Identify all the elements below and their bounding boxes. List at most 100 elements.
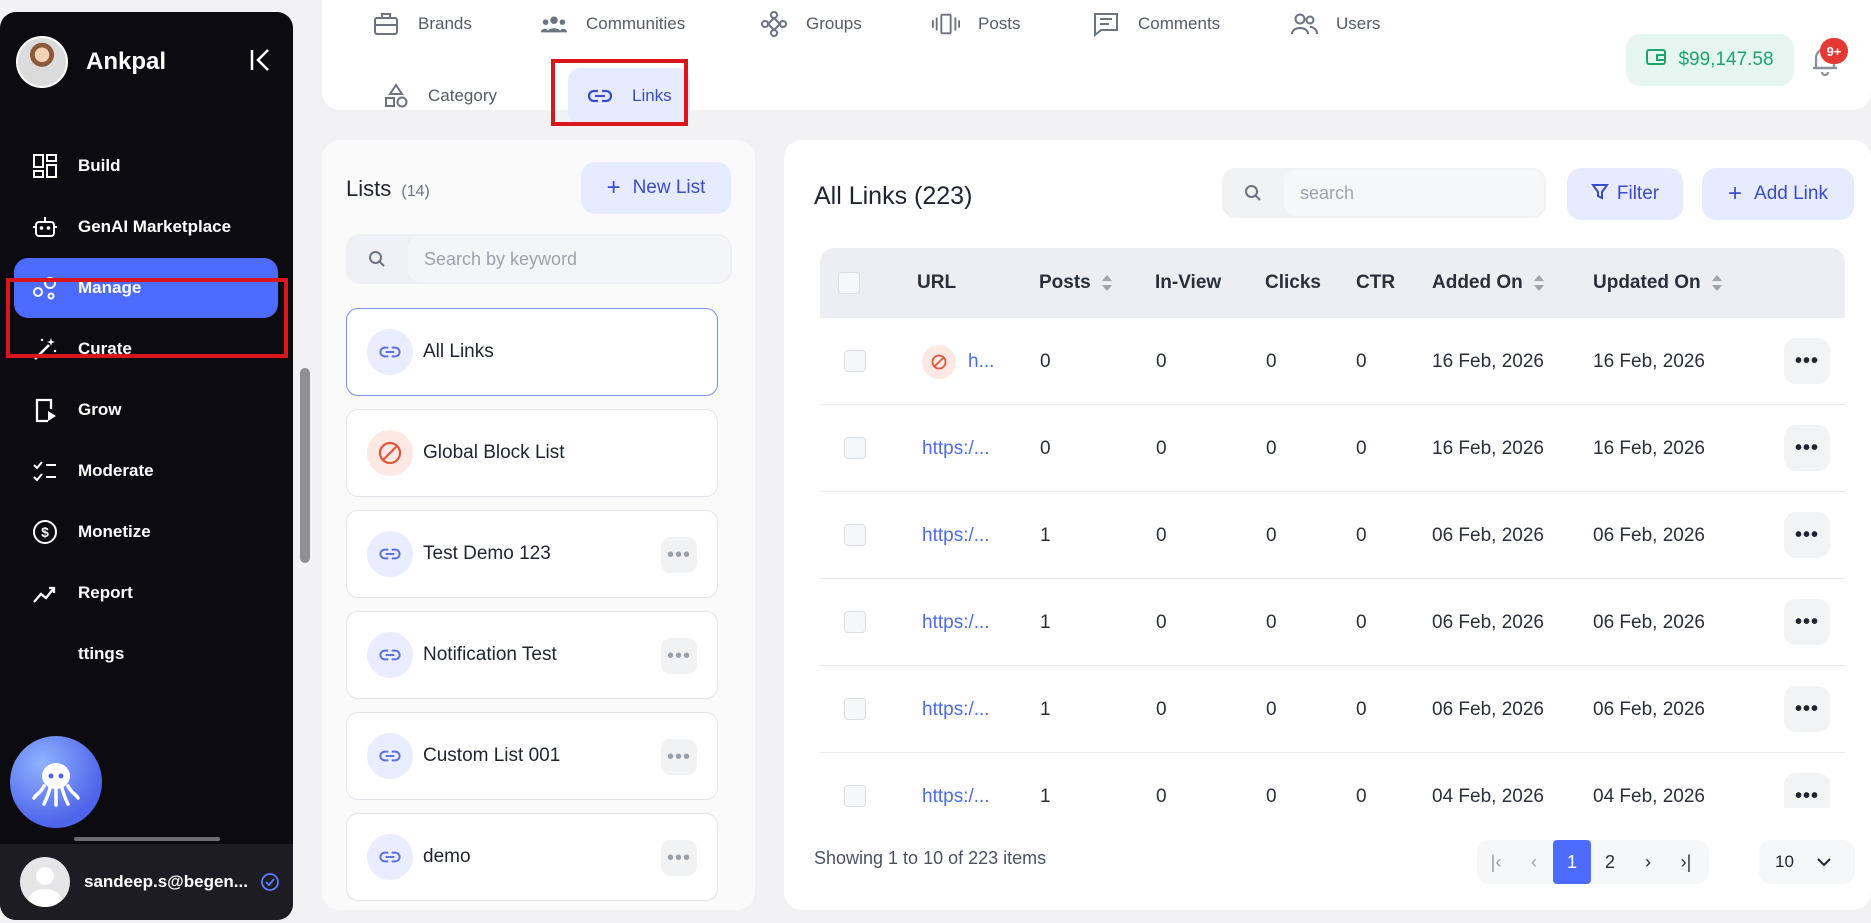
row-more-options-icon[interactable]: ••• xyxy=(1784,686,1830,732)
sidebar-item-grow[interactable]: Grow xyxy=(14,380,278,440)
list-item-all-links[interactable]: All Links xyxy=(346,308,718,396)
list-item-test-demo-123[interactable]: Test Demo 123 ••• xyxy=(346,510,718,598)
tab-category[interactable]: Category xyxy=(382,82,497,110)
table-row[interactable]: https:/... 1 0 0 0 04 Feb, 2026 04 Feb, … xyxy=(820,753,1845,808)
table-row[interactable]: https:/... 0 0 0 0 16 Feb, 2026 16 Feb, … xyxy=(820,405,1845,492)
url-cell[interactable]: https:/... xyxy=(922,492,990,579)
clicks-cell: 0 xyxy=(1266,524,1277,546)
sidebar-item-moderate[interactable]: Moderate xyxy=(14,441,278,501)
url-cell[interactable]: https:/... xyxy=(922,753,990,808)
row-more-options-icon[interactable]: ••• xyxy=(1784,512,1830,558)
row-checkbox[interactable] xyxy=(844,698,866,720)
row-checkbox[interactable] xyxy=(844,524,866,546)
next-page-icon[interactable]: › xyxy=(1629,840,1667,884)
updated-on-cell: 06 Feb, 2026 xyxy=(1593,524,1705,546)
sidebar-item-settings[interactable]: ttings xyxy=(14,624,278,684)
more-options-icon[interactable]: ••• xyxy=(661,638,697,674)
page-button-1[interactable]: 1 xyxy=(1553,840,1591,884)
table-row[interactable]: https:/... 1 0 0 0 06 Feb, 2026 06 Feb, … xyxy=(820,492,1845,579)
link-icon xyxy=(367,834,413,880)
tab-posts[interactable]: Posts xyxy=(932,10,1021,38)
table-row[interactable]: https:/... 1 0 0 0 06 Feb, 2026 06 Feb, … xyxy=(820,579,1845,666)
sidebar-item-report[interactable]: Report xyxy=(14,563,278,623)
posts-cell: 1 xyxy=(1040,611,1051,633)
filter-label: Filter xyxy=(1616,183,1660,204)
groups-icon xyxy=(760,10,788,38)
row-checkbox[interactable] xyxy=(844,350,866,372)
row-more-options-icon[interactable]: ••• xyxy=(1784,773,1830,808)
more-options-icon[interactable]: ••• xyxy=(661,840,697,876)
block-icon xyxy=(367,430,413,476)
table-row[interactable]: https:/... 1 0 0 0 06 Feb, 2026 06 Feb, … xyxy=(820,666,1845,753)
tab-comments[interactable]: Comments xyxy=(1092,10,1220,38)
column-header-added-on[interactable]: Added On xyxy=(1432,248,1545,318)
table-row[interactable]: h... 0 0 0 0 16 Feb, 2026 16 Feb, 2026 •… xyxy=(820,318,1845,405)
sort-icon[interactable] xyxy=(1101,274,1113,292)
first-page-icon[interactable]: |‹ xyxy=(1477,840,1515,884)
lists-count: (14) xyxy=(401,183,430,200)
row-checkbox[interactable] xyxy=(844,437,866,459)
sidebar-item-genai-marketplace[interactable]: GenAI Marketplace xyxy=(14,197,278,257)
per-page-select[interactable]: 10 xyxy=(1759,840,1855,884)
sidebar-item-monetize[interactable]: $ Monetize xyxy=(14,502,278,562)
last-page-icon[interactable]: ›| xyxy=(1667,840,1705,884)
sidebar-scrollbar[interactable] xyxy=(300,368,310,563)
user-profile-bar[interactable]: sandeep.s@begen... xyxy=(0,844,293,920)
wallet-amount: $99,147.58 xyxy=(1678,49,1774,70)
links-search-box xyxy=(1222,168,1546,218)
url-cell[interactable]: h... xyxy=(922,318,994,405)
brand: Ankpal xyxy=(16,32,281,92)
more-options-icon[interactable]: ••• xyxy=(661,739,697,775)
sort-icon[interactable] xyxy=(1711,274,1723,292)
lists-panel: Lists (14) + New List All Links Global B… xyxy=(322,140,755,910)
lists-search-input[interactable] xyxy=(408,236,730,282)
page-button-2[interactable]: 2 xyxy=(1591,840,1629,884)
added-on-cell: 06 Feb, 2026 xyxy=(1432,698,1544,720)
row-more-options-icon[interactable]: ••• xyxy=(1784,338,1830,384)
list-item-custom-list-001[interactable]: Custom List 001 ••• xyxy=(346,712,718,800)
tab-groups[interactable]: Groups xyxy=(760,10,862,38)
updated-on-cell: 16 Feb, 2026 xyxy=(1593,350,1705,372)
prev-page-icon[interactable]: ‹ xyxy=(1515,840,1553,884)
clicks-cell: 0 xyxy=(1266,785,1277,807)
column-header-updated-on[interactable]: Updated On xyxy=(1593,248,1723,318)
links-search-input[interactable] xyxy=(1284,170,1544,216)
posts-icon xyxy=(932,10,960,38)
tab-communities[interactable]: Communities xyxy=(540,10,685,38)
url-cell[interactable]: https:/... xyxy=(922,405,990,492)
column-header-posts[interactable]: Posts xyxy=(1039,248,1113,318)
wallet-balance[interactable]: $99,147.58 xyxy=(1626,34,1794,86)
tab-users[interactable]: Users xyxy=(1290,10,1380,38)
new-list-button[interactable]: + New List xyxy=(581,162,731,214)
sort-icon[interactable] xyxy=(1533,274,1545,292)
list-name: Global Block List xyxy=(423,442,565,463)
row-more-options-icon[interactable]: ••• xyxy=(1784,599,1830,645)
clicks-cell: 0 xyxy=(1266,611,1277,633)
row-checkbox[interactable] xyxy=(844,611,866,633)
octopus-assistant-icon[interactable] xyxy=(10,736,102,828)
collapse-sidebar-icon[interactable] xyxy=(247,46,275,74)
sidebar-resize-handle[interactable] xyxy=(74,837,220,841)
added-on-cell: 06 Feb, 2026 xyxy=(1432,524,1544,546)
row-more-options-icon[interactable]: ••• xyxy=(1784,425,1830,471)
sidebar-item-build[interactable]: Build xyxy=(14,136,278,196)
column-header-ctr: CTR xyxy=(1356,272,1396,293)
sidebar-item-label: Moderate xyxy=(78,461,154,480)
list-item-notification-test[interactable]: Notification Test ••• xyxy=(346,611,718,699)
lists-title: Lists xyxy=(346,176,392,201)
plus-icon: + xyxy=(606,174,621,201)
row-checkbox[interactable] xyxy=(844,785,866,807)
tab-brands[interactable]: Brands xyxy=(372,10,472,38)
select-all-checkbox[interactable] xyxy=(838,272,860,294)
inview-cell: 0 xyxy=(1156,611,1167,633)
more-options-icon[interactable]: ••• xyxy=(661,537,697,573)
url-cell[interactable]: https:/... xyxy=(922,666,990,753)
list-item-global-block-list[interactable]: Global Block List xyxy=(346,409,718,497)
url-cell[interactable]: https:/... xyxy=(922,579,990,666)
add-link-button[interactable]: + Add Link xyxy=(1702,168,1854,220)
column-header-clicks: Clicks xyxy=(1265,272,1321,293)
added-on-cell: 16 Feb, 2026 xyxy=(1432,437,1544,459)
tab-label: Posts xyxy=(978,14,1021,33)
list-item-demo[interactable]: demo ••• xyxy=(346,813,718,901)
filter-button[interactable]: Filter xyxy=(1567,168,1683,220)
